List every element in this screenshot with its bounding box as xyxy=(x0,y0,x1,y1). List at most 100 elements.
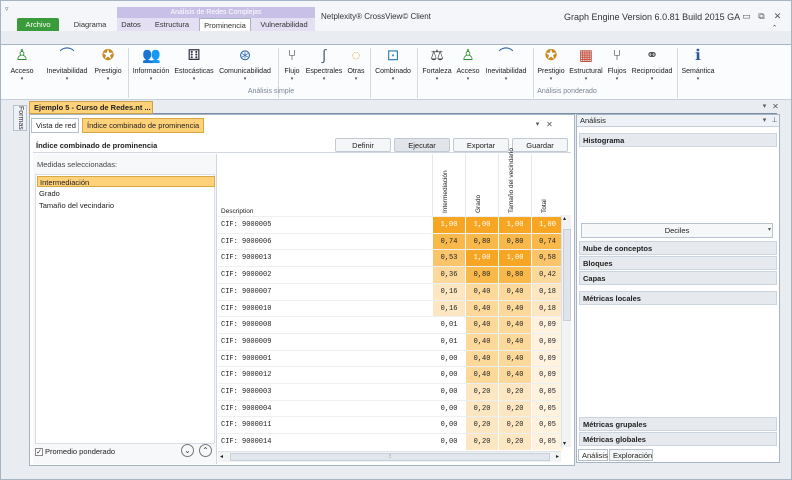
tab-exploracion[interactable]: Exploración xyxy=(609,449,653,461)
scroll-down-icon[interactable]: ▾ xyxy=(563,440,566,447)
section-metricas-locales[interactable]: Métricas locales xyxy=(579,291,777,305)
table-row[interactable]: CIF: 9000009 0,01 0,40 0,40 0,09 xyxy=(218,332,563,350)
table-row[interactable]: CIF: 9000006 0,74 0,80 0,80 0,74 xyxy=(218,232,563,250)
table-row[interactable]: CIF: 9000013 0,53 1,00 1,00 0,58 xyxy=(218,249,563,267)
tab-datos[interactable]: Datos xyxy=(119,18,143,31)
measure-item[interactable]: Tamaño del vecindario xyxy=(37,200,215,211)
ring-icon: ◌ xyxy=(351,47,361,64)
row-label: CIF: 9000010 xyxy=(221,304,272,313)
horizontal-scrollbar[interactable]: ◂ ⫶ ▸ xyxy=(218,451,561,462)
measures-list: Intermediación Grado Tamaño del vecindar… xyxy=(35,174,215,444)
table-row[interactable]: CIF: 9000011 0,00 0,20 0,20 0,05 xyxy=(218,416,563,434)
table-row[interactable]: CIF: 9000003 0,00 0,20 0,20 0,05 xyxy=(218,383,563,400)
table-row[interactable]: CIF: 9000008 0,01 0,40 0,40 0,09 xyxy=(218,316,563,334)
ejecutar-button[interactable]: Ejecutar xyxy=(394,138,450,152)
measure-item[interactable]: Grado xyxy=(37,188,215,199)
fortaleza-button[interactable]: ⚖ Fortaleza ▾ xyxy=(420,47,454,82)
section-histogram[interactable]: Histograma xyxy=(579,133,777,147)
panel-menu-icon[interactable]: ▾ xyxy=(532,120,543,130)
espectrales-button[interactable]: ∫ Espectrales ▾ xyxy=(305,47,343,82)
estocasticas-button[interactable]: ⚅ Estocásticas ▾ xyxy=(173,47,215,82)
deciles-select[interactable]: Deciles xyxy=(581,223,773,238)
table-cell: 0,18 xyxy=(531,283,563,300)
tab-analisis[interactable]: Análisis xyxy=(578,449,608,461)
otras-button[interactable]: ◌ Otras ▾ xyxy=(345,47,367,82)
results-grid: Description Intermediación Grado Tamaño … xyxy=(218,148,571,464)
pin-icon[interactable]: ⊥ xyxy=(769,116,780,126)
scroll-up-icon[interactable]: ▴ xyxy=(563,215,566,222)
table-row[interactable]: CIF: 9000010 0,16 0,40 0,40 0,18 xyxy=(218,299,563,317)
dice-icon: ⚅ xyxy=(187,47,201,64)
tab-prominencia[interactable]: Prominencia xyxy=(199,18,251,31)
flow-icon: ⑂ xyxy=(612,47,622,64)
formas-side-tab[interactable]: Formas xyxy=(13,105,27,131)
scroll-right-icon[interactable]: ▸ xyxy=(556,453,559,460)
section-bloques[interactable]: Bloques xyxy=(579,256,777,270)
group-label-simple: Análisis simple xyxy=(247,88,295,95)
scroll-thumb[interactable]: ⫶ xyxy=(230,453,550,461)
tab-vulnerabilidad[interactable]: Vulnerabilidad xyxy=(255,18,313,31)
section-metricas-globales[interactable]: Métricas globales xyxy=(579,432,777,446)
column-header[interactable]: Total xyxy=(531,154,563,216)
guardar-button[interactable]: Guardar xyxy=(512,138,568,152)
weighted-average-label: Promedio ponderado xyxy=(45,447,116,456)
table-row[interactable]: CIF: 9000001 0,00 0,40 0,40 0,09 xyxy=(218,349,563,367)
panel-close-icon[interactable]: ✕ xyxy=(544,120,555,130)
section-nube[interactable]: Nube de conceptos xyxy=(579,241,777,255)
tab-diagrama[interactable]: Diagrama xyxy=(69,18,111,31)
move-up-icon[interactable]: ⌃ xyxy=(199,444,212,457)
table-row[interactable]: CIF: 9000007 0,16 0,40 0,40 0,18 xyxy=(218,282,563,300)
combinado-button[interactable]: ⊡ Combinado ▾ xyxy=(373,47,413,82)
move-down-icon[interactable]: ⌄ xyxy=(181,444,194,457)
tab-vista-de-red[interactable]: Vista de red xyxy=(31,118,79,133)
column-header[interactable]: Tamaño del vecindario xyxy=(498,148,531,216)
prestigio-button[interactable]: ✪ Prestigio ▾ xyxy=(92,47,124,82)
inevitabilidad-button[interactable]: ⌒ Inevitabilidad ▾ xyxy=(43,47,91,82)
flujos-button[interactable]: ⑂ Flujos ▾ xyxy=(605,47,629,82)
inevitabilidad-ponderado-button[interactable]: ⌒ Inevitabilidad ▾ xyxy=(482,47,530,82)
reciprocidad-button[interactable]: ⚭ Reciprocidad ▾ xyxy=(630,47,674,82)
vertical-scrollbar[interactable]: ▴ ▾ xyxy=(561,215,571,447)
column-header[interactable]: Intermediación xyxy=(432,154,465,216)
measure-item[interactable]: Intermediación xyxy=(37,176,215,187)
exportar-button[interactable]: Exportar xyxy=(453,138,509,152)
section-capas[interactable]: Capas xyxy=(579,271,777,285)
comunicabilidad-button[interactable]: ⊛ Comunicabilidad ▾ xyxy=(216,47,274,82)
people-icon: 👥 xyxy=(142,47,161,64)
document-tab[interactable]: Ejemplo 5 - Curso de Redes.nt ... xyxy=(29,101,153,114)
table-cell: 0,05 xyxy=(531,417,563,434)
chevron-down-icon[interactable]: ▾ xyxy=(764,225,775,235)
table-cell: 0,74 xyxy=(432,233,465,250)
definir-button[interactable]: Definir xyxy=(335,138,391,152)
flujo-button[interactable]: ⑂ Flujo ▾ xyxy=(281,47,303,82)
tab-archivo[interactable]: Archivo xyxy=(17,18,59,31)
tab-estructura[interactable]: Estructura xyxy=(149,18,195,31)
table-row[interactable]: CIF: 9000005 1,00 1,00 1,00 1,00 xyxy=(218,216,563,233)
informacion-button[interactable]: 👥 Información ▾ xyxy=(130,47,172,82)
section-metricas-grupales[interactable]: Métricas grupales xyxy=(579,417,777,431)
scroll-left-icon[interactable]: ◂ xyxy=(220,453,223,460)
column-header[interactable]: Grado xyxy=(465,154,498,216)
document-menu-icon[interactable]: ▾ xyxy=(759,102,770,112)
table-row[interactable]: CIF: 9000002 0,36 0,80 0,80 0,42 xyxy=(218,266,563,284)
acceso-ponderado-button[interactable]: ♙ Acceso ▾ xyxy=(455,47,481,82)
table-cell: 0,20 xyxy=(498,417,531,434)
weighted-average-checkbox[interactable]: ✓ Promedio ponderado xyxy=(35,447,116,457)
document-close-icon[interactable]: ✕ xyxy=(770,102,781,112)
table-row[interactable]: CIF: 9000014 0,00 0,20 0,20 0,05 xyxy=(218,433,563,451)
tab-indice-combinado[interactable]: Índice combinado de prominencia xyxy=(82,118,204,133)
semantica-button[interactable]: ℹ Semántica ▾ xyxy=(680,47,716,82)
table-cell: 0,00 xyxy=(432,400,465,417)
estructural-button[interactable]: ▦ Estructural ▾ xyxy=(568,47,604,82)
prestigio-ponderado-button[interactable]: ✪ Prestigio ▾ xyxy=(535,47,567,82)
quick-access-dropdown-icon[interactable]: ▿ xyxy=(5,5,9,13)
table-cell: 0,40 xyxy=(498,300,531,317)
table-row[interactable]: CIF: 9000012 0,00 0,40 0,40 0,09 xyxy=(218,366,563,384)
row-label: CIF: 9000011 xyxy=(221,421,272,430)
table-cell: 0,80 xyxy=(498,267,531,284)
person-icon: ♙ xyxy=(15,47,29,64)
wall-icon: ▦ xyxy=(578,47,594,64)
acceso-button[interactable]: ♙ Acceso ▾ xyxy=(3,47,41,82)
scroll-thumb[interactable] xyxy=(563,229,571,321)
table-row[interactable]: CIF: 9000004 0,00 0,20 0,20 0,05 xyxy=(218,399,563,417)
